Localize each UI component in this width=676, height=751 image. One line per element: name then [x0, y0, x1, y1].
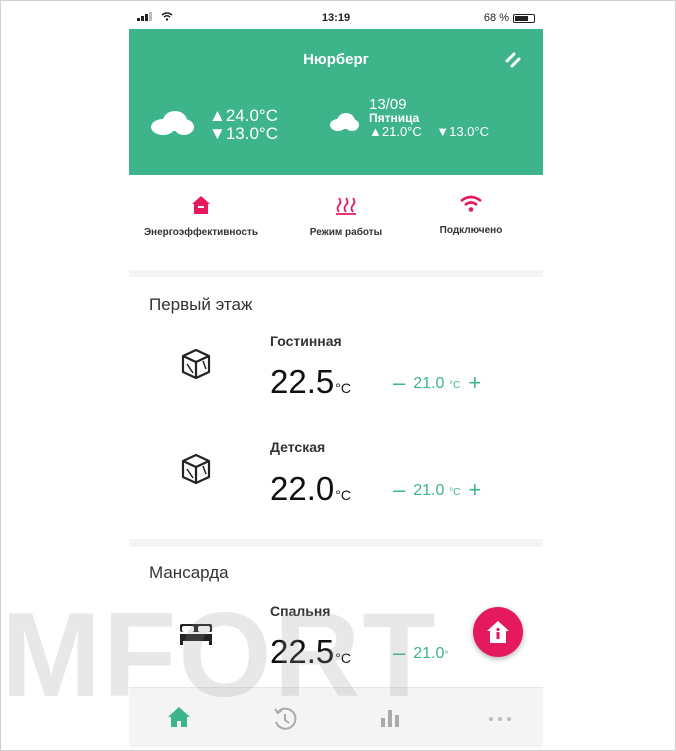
temperature-unit: °C [335, 487, 351, 503]
floor-section-first: Первый этаж Гостинная 22.5°C – 21.0 °C +… [129, 277, 543, 539]
setpoint-control: – 21.0 °C + [393, 372, 481, 394]
home-info-fab[interactable] [473, 607, 523, 657]
setpoint-value: 21.0 [413, 375, 445, 392]
cloud-icon [149, 110, 195, 141]
mode-energy-efficiency[interactable]: Энергоэффективность [129, 195, 276, 238]
setpoint-value: 21.0 [413, 482, 445, 499]
room-name: Детская [270, 439, 326, 455]
decrease-button[interactable]: – [393, 372, 405, 394]
status-bar: 13:19 68 % [129, 7, 543, 29]
floor-title: Мансарда [149, 563, 229, 582]
house-icon [129, 195, 276, 215]
weather-today: ▲24.0°C ▼13.0°C [149, 107, 278, 143]
room-cube-icon [179, 452, 213, 491]
page-frame: 13:19 68 % Нюрберг ▲24.0°C ▼13.0°C 13/09… [0, 0, 676, 751]
battery-percent: 68 % [483, 12, 509, 24]
more-icon [487, 710, 513, 727]
mode-label: Энергоэффективность [143, 227, 259, 238]
battery-icon [513, 13, 535, 23]
room-cube-icon [179, 347, 213, 386]
today-high: ▲24.0°C [209, 106, 278, 125]
increase-button[interactable]: + [468, 479, 481, 501]
weather-header: Нюрберг ▲24.0°C ▼13.0°C 13/09 Пятница ▲2… [129, 29, 543, 175]
setpoint-control: – 21.0 °C + [393, 479, 481, 501]
forecast-high: ▲21.0°C [369, 124, 422, 139]
watermark-logo: MFORT [1, 588, 438, 722]
forecast-date: 13/09 [369, 96, 407, 113]
today-low: ▼13.0°C [209, 124, 278, 143]
city-name: Нюрберг [303, 51, 369, 68]
weather-forecast: 13/09 Пятница ▲21.0°C ▼13.0°C [329, 97, 489, 138]
increase-button[interactable]: + [468, 372, 481, 394]
status-time: 13:19 [321, 12, 351, 24]
edit-icon[interactable] [501, 47, 525, 71]
temperature-unit: °C [335, 380, 351, 396]
temperature-value: 22.0 [270, 470, 335, 507]
mode-label: Подключено [439, 225, 503, 236]
forecast-low: ▼13.0°C [436, 124, 489, 139]
mode-bar: Энергоэффективность Режим работы Подключ… [129, 175, 543, 270]
room-name: Гостинная [270, 333, 342, 349]
setpoint-unit: °C [449, 487, 461, 498]
forecast-cloud-icon [329, 113, 359, 136]
floor-title: Первый этаж [149, 295, 253, 314]
nav-more[interactable] [487, 710, 517, 738]
mode-connected[interactable]: Подключено [396, 195, 543, 236]
wifi-icon [396, 195, 543, 213]
setpoint-unit: ° [444, 650, 449, 661]
room-temperature: 22.0°C [270, 470, 351, 508]
setpoint-unit: °C [449, 380, 461, 391]
decrease-button[interactable]: – [393, 479, 405, 501]
temperature-value: 22.5 [270, 363, 335, 400]
room-temperature: 22.5°C [270, 363, 351, 401]
